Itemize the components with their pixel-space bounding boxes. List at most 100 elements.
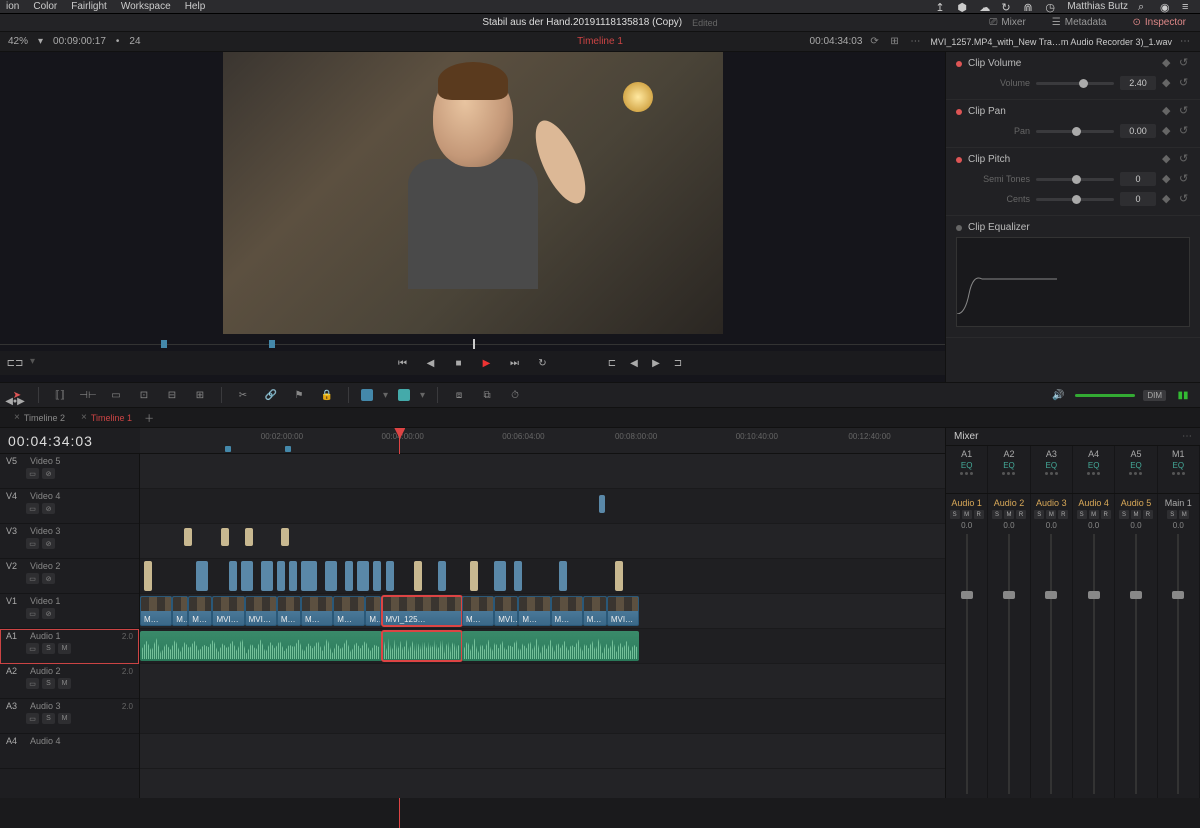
dropbox-icon[interactable]: ⬢ (957, 1, 969, 13)
bus-a4[interactable]: A4EQ (1073, 446, 1115, 493)
play-icon[interactable]: ▶ (480, 356, 494, 370)
link-tool-icon[interactable]: 🔗 (262, 386, 280, 404)
disable-icon[interactable]: ⊘ (42, 468, 55, 479)
options-icon[interactable]: ⋯ (910, 36, 922, 48)
timeline-timecode[interactable]: 00:04:34:03 (8, 433, 93, 449)
dim-button[interactable]: DIM (1143, 390, 1166, 401)
close-icon[interactable]: × (81, 412, 87, 423)
track-lanes[interactable]: M… M… M… MVI… MVI… M… M… M… M… MVI_125… … (140, 454, 945, 798)
razor-tool-icon[interactable]: ▭ (107, 386, 125, 404)
enable-dot-icon[interactable] (956, 109, 962, 115)
menu-item[interactable]: Fairlight (71, 1, 107, 12)
overwrite-tool-icon[interactable]: ⊟ (163, 386, 181, 404)
clip[interactable] (386, 561, 394, 591)
clip[interactable] (325, 561, 337, 591)
menu-item[interactable]: ion (6, 1, 19, 12)
match-frame-icon[interactable]: ⊏⊐ (8, 356, 22, 370)
reset-icon[interactable]: ↺ (1179, 106, 1190, 117)
lane-v3[interactable] (140, 524, 945, 559)
lock-icon[interactable]: ▭ (26, 678, 39, 689)
clip[interactable]: M… (188, 596, 212, 626)
clip[interactable]: MVI… (607, 596, 639, 626)
clip[interactable]: MVI… (212, 596, 244, 626)
clip[interactable] (559, 561, 567, 591)
bus-a5[interactable]: A5EQ (1115, 446, 1157, 493)
eq-graph[interactable] (956, 237, 1190, 327)
replace-tool-icon[interactable]: ⊞ (191, 386, 209, 404)
lane-a3[interactable] (140, 699, 945, 734)
keyframe-icon[interactable]: ◆ (1162, 174, 1173, 185)
lane-a1[interactable] (140, 629, 945, 664)
volume-slider[interactable] (1036, 82, 1114, 85)
clip-selected[interactable]: MVI_125… (382, 596, 463, 626)
menu-item[interactable]: Help (185, 1, 206, 12)
clip[interactable] (599, 495, 605, 513)
blade-tool-icon[interactable]: ✂ (234, 386, 252, 404)
timeline-tab[interactable]: ×Timeline 1 (73, 409, 140, 426)
mark-in-icon[interactable]: ⊏ (605, 356, 619, 370)
tab-mixer[interactable]: ⎚Mixer (983, 15, 1031, 30)
clip[interactable] (438, 561, 446, 591)
keyframe-icon[interactable]: ◆ (1162, 58, 1173, 69)
clip[interactable]: MVI… (245, 596, 277, 626)
marker-icon[interactable] (225, 446, 231, 452)
reset-icon[interactable]: ↺ (1179, 126, 1190, 137)
cloud-icon[interactable]: ☁ (979, 1, 991, 13)
fader-knob[interactable] (1003, 591, 1015, 599)
fader-knob[interactable] (961, 591, 973, 599)
cents-slider[interactable] (1036, 198, 1114, 201)
lane-v2[interactable] (140, 559, 945, 594)
speaker-icon[interactable]: 🔊 (1049, 386, 1067, 404)
track-header-a4[interactable]: A4Audio 4 (0, 734, 139, 769)
lane-v1[interactable]: M… M… M… MVI… MVI… M… M… M… M… MVI_125… … (140, 594, 945, 629)
stop-icon[interactable]: ■ (452, 356, 466, 370)
channel-audio3[interactable]: Audio 3 SMR 0.0 (1031, 494, 1073, 798)
lock-icon[interactable]: ▭ (26, 573, 39, 584)
solo-icon[interactable]: S (42, 643, 55, 654)
channel-audio1[interactable]: Audio 1 SMR 0.0 (946, 494, 988, 798)
grid-icon[interactable]: ⊞ (890, 36, 902, 48)
arrow-icon[interactable]: ↥ (935, 1, 947, 13)
keyframe-icon[interactable]: ◆ (1162, 194, 1173, 205)
enable-dot-icon[interactable] (956, 225, 962, 231)
mute-icon[interactable]: M (58, 678, 71, 689)
clip[interactable] (144, 561, 152, 591)
clip[interactable]: M… (277, 596, 301, 626)
timeline-ruler[interactable]: 00:02:00:00 00:04:00:00 00:06:04:00 00:0… (140, 428, 945, 453)
tab-metadata[interactable]: ☰Metadata (1046, 15, 1113, 30)
sync-icon[interactable]: ↻ (1001, 1, 1013, 13)
keyframe-icon[interactable]: ◆ (1162, 126, 1173, 137)
marker-icon[interactable] (285, 446, 291, 452)
prev-clip-icon[interactable]: ⏮ (396, 356, 410, 370)
disable-icon[interactable]: ⊘ (42, 538, 55, 549)
clip[interactable]: M… (333, 596, 365, 626)
viewer-scrubber[interactable] (0, 337, 945, 351)
pan-slider[interactable] (1036, 130, 1114, 133)
bus-m1[interactable]: M1EQ (1158, 446, 1200, 493)
master-volume-slider[interactable] (1075, 394, 1135, 397)
lock-icon[interactable]: ▭ (26, 503, 39, 514)
channel-audio2[interactable]: Audio 2 SMR 0.0 (988, 494, 1030, 798)
fader-knob[interactable] (1172, 591, 1184, 599)
tab-inspector[interactable]: ⊙Inspector (1126, 15, 1192, 30)
clip[interactable]: MVI… (494, 596, 518, 626)
lane-a4[interactable] (140, 734, 945, 769)
clip[interactable] (261, 561, 273, 591)
reset-icon[interactable]: ↺ (1179, 194, 1190, 205)
bus-a3[interactable]: A3EQ (1031, 446, 1073, 493)
reset-icon[interactable]: ↺ (1179, 78, 1190, 89)
wifi-icon[interactable]: ⋒ (1023, 1, 1035, 13)
audio-clip[interactable] (462, 631, 639, 661)
fader-knob[interactable] (1045, 591, 1057, 599)
range-tool-icon[interactable]: ⟦⟧ (51, 386, 69, 404)
keyframe-icon[interactable]: ◆ (1162, 106, 1173, 117)
clip[interactable]: M… (518, 596, 550, 626)
menu-item[interactable]: Color (33, 1, 57, 12)
siri-icon[interactable]: ◉ (1160, 1, 1172, 13)
mute-icon[interactable]: M (58, 713, 71, 724)
bus-a1[interactable]: A1EQ (946, 446, 988, 493)
clip[interactable] (357, 561, 369, 591)
disable-icon[interactable]: ⊘ (42, 503, 55, 514)
marker-color-blue[interactable] (361, 389, 373, 401)
clip[interactable] (301, 561, 317, 591)
